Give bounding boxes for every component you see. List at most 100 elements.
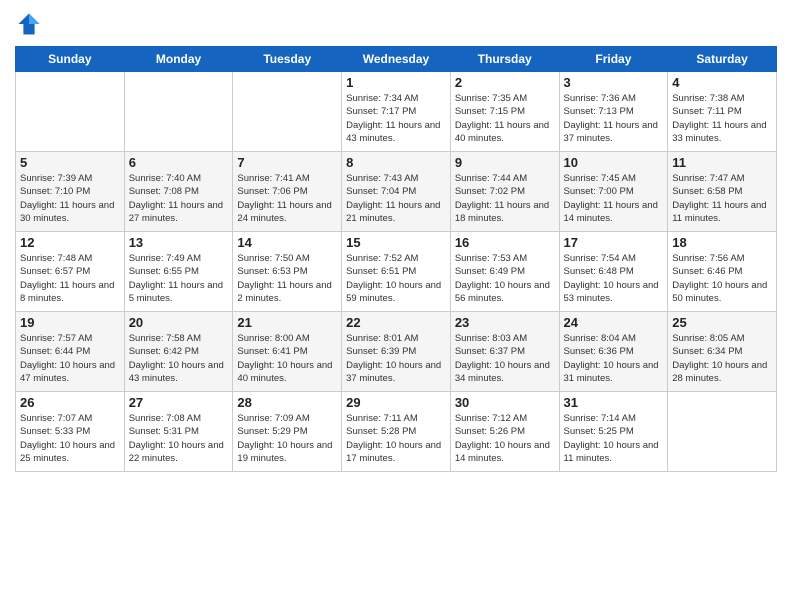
day-info: Sunrise: 7:38 AM Sunset: 7:11 PM Dayligh… bbox=[672, 92, 772, 145]
day-info: Sunrise: 7:34 AM Sunset: 7:17 PM Dayligh… bbox=[346, 92, 446, 145]
day-info: Sunrise: 7:35 AM Sunset: 7:15 PM Dayligh… bbox=[455, 92, 555, 145]
day-cell bbox=[124, 72, 233, 152]
date-number: 21 bbox=[237, 315, 337, 330]
day-info: Sunrise: 7:36 AM Sunset: 7:13 PM Dayligh… bbox=[564, 92, 664, 145]
day-cell: 24Sunrise: 8:04 AM Sunset: 6:36 PM Dayli… bbox=[559, 312, 668, 392]
date-number: 28 bbox=[237, 395, 337, 410]
day-cell: 4 Sunrise: 7:38 AM Sunset: 7:11 PM Daylig… bbox=[668, 72, 777, 152]
day-info: Sunrise: 7:41 AM Sunset: 7:06 PM Dayligh… bbox=[237, 172, 337, 225]
day-cell: 26 Sunrise: 7:07 AM Sunset: 5:33 PM Dayli… bbox=[16, 392, 125, 472]
day-info: Sunrise: 7:14 AM Sunset: 5:25 PM Dayligh… bbox=[564, 412, 664, 465]
day-info: Sunrise: 7:43 AM Sunset: 7:04 PM Dayligh… bbox=[346, 172, 446, 225]
date-number: 20 bbox=[129, 315, 229, 330]
date-number: 8 bbox=[346, 155, 446, 170]
date-number: 5 bbox=[20, 155, 120, 170]
date-number: 9 bbox=[455, 155, 555, 170]
day-cell: 19 Sunrise: 7:57 AM Sunset: 6:44 PM Dayli… bbox=[16, 312, 125, 392]
header bbox=[15, 10, 777, 38]
day-info: Sunrise: 7:09 AM Sunset: 5:29 PM Dayligh… bbox=[237, 412, 337, 465]
date-number: 14 bbox=[237, 235, 337, 250]
day-info: Sunrise: 7:08 AM Sunset: 5:31 PM Dayligh… bbox=[129, 412, 229, 465]
date-number: 15 bbox=[346, 235, 446, 250]
day-cell: 2 Sunrise: 7:35 AM Sunset: 7:15 PM Daylig… bbox=[450, 72, 559, 152]
day-info: Sunrise: 7:54 AM Sunset: 6:48 PM Dayligh… bbox=[564, 252, 664, 305]
day-cell bbox=[16, 72, 125, 152]
date-number: 12 bbox=[20, 235, 120, 250]
day-info: Sunrise: 7:57 AM Sunset: 6:44 PM Dayligh… bbox=[20, 332, 120, 385]
day-info: Sunrise: 7:11 AM Sunset: 5:28 PM Dayligh… bbox=[346, 412, 446, 465]
weekday-header-tuesday: Tuesday bbox=[233, 47, 342, 72]
day-info: Sunrise: 7:44 AM Sunset: 7:02 PM Dayligh… bbox=[455, 172, 555, 225]
day-info: Sunrise: 7:52 AM Sunset: 6:51 PM Dayligh… bbox=[346, 252, 446, 305]
day-info: Sunrise: 7:50 AM Sunset: 6:53 PM Dayligh… bbox=[237, 252, 337, 305]
date-number: 19 bbox=[20, 315, 120, 330]
date-number: 3 bbox=[564, 75, 664, 90]
day-cell: 15 Sunrise: 7:52 AM Sunset: 6:51 PM Dayli… bbox=[342, 232, 451, 312]
calendar-table: SundayMondayTuesdayWednesdayThursdayFrid… bbox=[15, 46, 777, 472]
page: SundayMondayTuesdayWednesdayThursdayFrid… bbox=[0, 0, 792, 612]
logo-icon bbox=[15, 10, 43, 38]
day-info: Sunrise: 7:40 AM Sunset: 7:08 PM Dayligh… bbox=[129, 172, 229, 225]
day-cell: 28 Sunrise: 7:09 AM Sunset: 5:29 PM Dayli… bbox=[233, 392, 342, 472]
week-row-5: 26 Sunrise: 7:07 AM Sunset: 5:33 PM Dayli… bbox=[16, 392, 777, 472]
day-cell bbox=[668, 392, 777, 472]
day-cell: 18 Sunrise: 7:56 AM Sunset: 6:46 PM Dayli… bbox=[668, 232, 777, 312]
day-cell: 29 Sunrise: 7:11 AM Sunset: 5:28 PM Dayli… bbox=[342, 392, 451, 472]
weekday-header-monday: Monday bbox=[124, 47, 233, 72]
date-number: 2 bbox=[455, 75, 555, 90]
calendar-body: 1 Sunrise: 7:34 AM Sunset: 7:17 PM Daylig… bbox=[16, 72, 777, 472]
day-info: Sunrise: 8:03 AM Sunset: 6:37 PM Dayligh… bbox=[455, 332, 555, 385]
day-info: Sunrise: 7:45 AM Sunset: 7:00 PM Dayligh… bbox=[564, 172, 664, 225]
day-info: Sunrise: 7:48 AM Sunset: 6:57 PM Dayligh… bbox=[20, 252, 120, 305]
day-cell: 11Sunrise: 7:47 AM Sunset: 6:58 PM Dayli… bbox=[668, 152, 777, 232]
day-cell: 23 Sunrise: 8:03 AM Sunset: 6:37 PM Dayli… bbox=[450, 312, 559, 392]
day-info: Sunrise: 7:49 AM Sunset: 6:55 PM Dayligh… bbox=[129, 252, 229, 305]
day-info: Sunrise: 7:58 AM Sunset: 6:42 PM Dayligh… bbox=[129, 332, 229, 385]
weekday-header-saturday: Saturday bbox=[668, 47, 777, 72]
day-cell: 31 Sunrise: 7:14 AM Sunset: 5:25 PM Dayli… bbox=[559, 392, 668, 472]
day-info: Sunrise: 7:56 AM Sunset: 6:46 PM Dayligh… bbox=[672, 252, 772, 305]
date-number: 26 bbox=[20, 395, 120, 410]
logo bbox=[15, 10, 45, 38]
day-info: Sunrise: 8:00 AM Sunset: 6:41 PM Dayligh… bbox=[237, 332, 337, 385]
day-cell: 3 Sunrise: 7:36 AM Sunset: 7:13 PM Daylig… bbox=[559, 72, 668, 152]
date-number: 6 bbox=[129, 155, 229, 170]
day-info: Sunrise: 8:01 AM Sunset: 6:39 PM Dayligh… bbox=[346, 332, 446, 385]
day-cell: 1 Sunrise: 7:34 AM Sunset: 7:17 PM Daylig… bbox=[342, 72, 451, 152]
weekday-header-wednesday: Wednesday bbox=[342, 47, 451, 72]
day-cell: 27 Sunrise: 7:08 AM Sunset: 5:31 PM Dayli… bbox=[124, 392, 233, 472]
day-cell: 22 Sunrise: 8:01 AM Sunset: 6:39 PM Dayli… bbox=[342, 312, 451, 392]
day-info: Sunrise: 8:04 AM Sunset: 6:36 PM Dayligh… bbox=[564, 332, 664, 385]
day-info: Sunrise: 7:39 AM Sunset: 7:10 PM Dayligh… bbox=[20, 172, 120, 225]
day-cell: 5 Sunrise: 7:39 AM Sunset: 7:10 PM Daylig… bbox=[16, 152, 125, 232]
week-row-4: 19 Sunrise: 7:57 AM Sunset: 6:44 PM Dayli… bbox=[16, 312, 777, 392]
date-number: 1 bbox=[346, 75, 446, 90]
date-number: 27 bbox=[129, 395, 229, 410]
week-row-3: 12 Sunrise: 7:48 AM Sunset: 6:57 PM Dayli… bbox=[16, 232, 777, 312]
date-number: 10 bbox=[564, 155, 664, 170]
date-number: 29 bbox=[346, 395, 446, 410]
day-info: Sunrise: 7:12 AM Sunset: 5:26 PM Dayligh… bbox=[455, 412, 555, 465]
day-cell: 12 Sunrise: 7:48 AM Sunset: 6:57 PM Dayli… bbox=[16, 232, 125, 312]
day-info: Sunrise: 8:05 AM Sunset: 6:34 PM Dayligh… bbox=[672, 332, 772, 385]
week-row-1: 1 Sunrise: 7:34 AM Sunset: 7:17 PM Daylig… bbox=[16, 72, 777, 152]
day-info: Sunrise: 7:07 AM Sunset: 5:33 PM Dayligh… bbox=[20, 412, 120, 465]
date-number: 4 bbox=[672, 75, 772, 90]
weekday-header-friday: Friday bbox=[559, 47, 668, 72]
day-cell: 14 Sunrise: 7:50 AM Sunset: 6:53 PM Dayli… bbox=[233, 232, 342, 312]
date-number: 7 bbox=[237, 155, 337, 170]
date-number: 18 bbox=[672, 235, 772, 250]
weekday-header-thursday: Thursday bbox=[450, 47, 559, 72]
day-cell: 21 Sunrise: 8:00 AM Sunset: 6:41 PM Dayli… bbox=[233, 312, 342, 392]
day-info: Sunrise: 7:47 AM Sunset: 6:58 PM Dayligh… bbox=[672, 172, 772, 225]
date-number: 23 bbox=[455, 315, 555, 330]
date-number: 22 bbox=[346, 315, 446, 330]
date-number: 31 bbox=[564, 395, 664, 410]
day-cell: 16Sunrise: 7:53 AM Sunset: 6:49 PM Dayli… bbox=[450, 232, 559, 312]
day-cell: 7 Sunrise: 7:41 AM Sunset: 7:06 PM Daylig… bbox=[233, 152, 342, 232]
day-cell: 10 Sunrise: 7:45 AM Sunset: 7:00 PM Dayli… bbox=[559, 152, 668, 232]
date-number: 13 bbox=[129, 235, 229, 250]
day-cell: 17Sunrise: 7:54 AM Sunset: 6:48 PM Dayli… bbox=[559, 232, 668, 312]
day-cell: 6 Sunrise: 7:40 AM Sunset: 7:08 PM Daylig… bbox=[124, 152, 233, 232]
day-cell bbox=[233, 72, 342, 152]
